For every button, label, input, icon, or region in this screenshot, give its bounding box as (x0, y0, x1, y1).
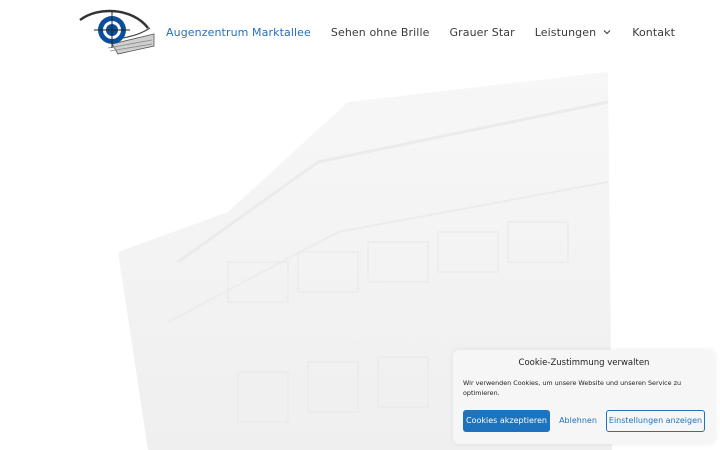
cookie-title: Cookie-Zustimmung verwalten (518, 358, 650, 368)
nav-item-label: Grauer Star (449, 25, 515, 39)
cookie-text: Wir verwenden Cookies, um unsere Website… (463, 379, 682, 397)
nav-item-augenzentrum-marktallee[interactable]: Augenzentrum Marktallee (166, 26, 311, 39)
nav-item-label: Leistungen (534, 25, 597, 39)
site-header: Augenzentrum Marktallee Sehen ohne Brill… (0, 0, 720, 64)
nav-item-kontakt[interactable]: Kontakt (632, 26, 675, 39)
nav-item-label: Augenzentrum Marktallee (166, 25, 311, 39)
show-settings-button[interactable]: Einstellungen anzeigen (606, 410, 705, 432)
accept-cookies-button[interactable]: Cookies akzeptieren (463, 410, 550, 432)
cookie-consent-banner: Cookie-Zustimmung verwalten Wir verwende… (453, 350, 715, 444)
nav-item-grauer-star[interactable]: Grauer Star (450, 26, 515, 39)
eye-logo-icon (79, 9, 155, 55)
deny-cookies-button[interactable]: Ablehnen (556, 410, 600, 432)
site-logo[interactable] (78, 8, 158, 58)
nav-item-label: Sehen ohne Brille (330, 25, 430, 39)
chevron-down-icon (603, 30, 611, 35)
main-nav: Augenzentrum Marktallee Sehen ohne Brill… (166, 22, 695, 42)
nav-item-sehen-ohne-brille[interactable]: Sehen ohne Brille (331, 26, 430, 39)
nav-item-leistungen[interactable]: Leistungen (535, 26, 612, 39)
page: Augenzentrum Marktallee Sehen ohne Brill… (0, 0, 720, 450)
nav-item-label: Kontakt (632, 25, 675, 39)
